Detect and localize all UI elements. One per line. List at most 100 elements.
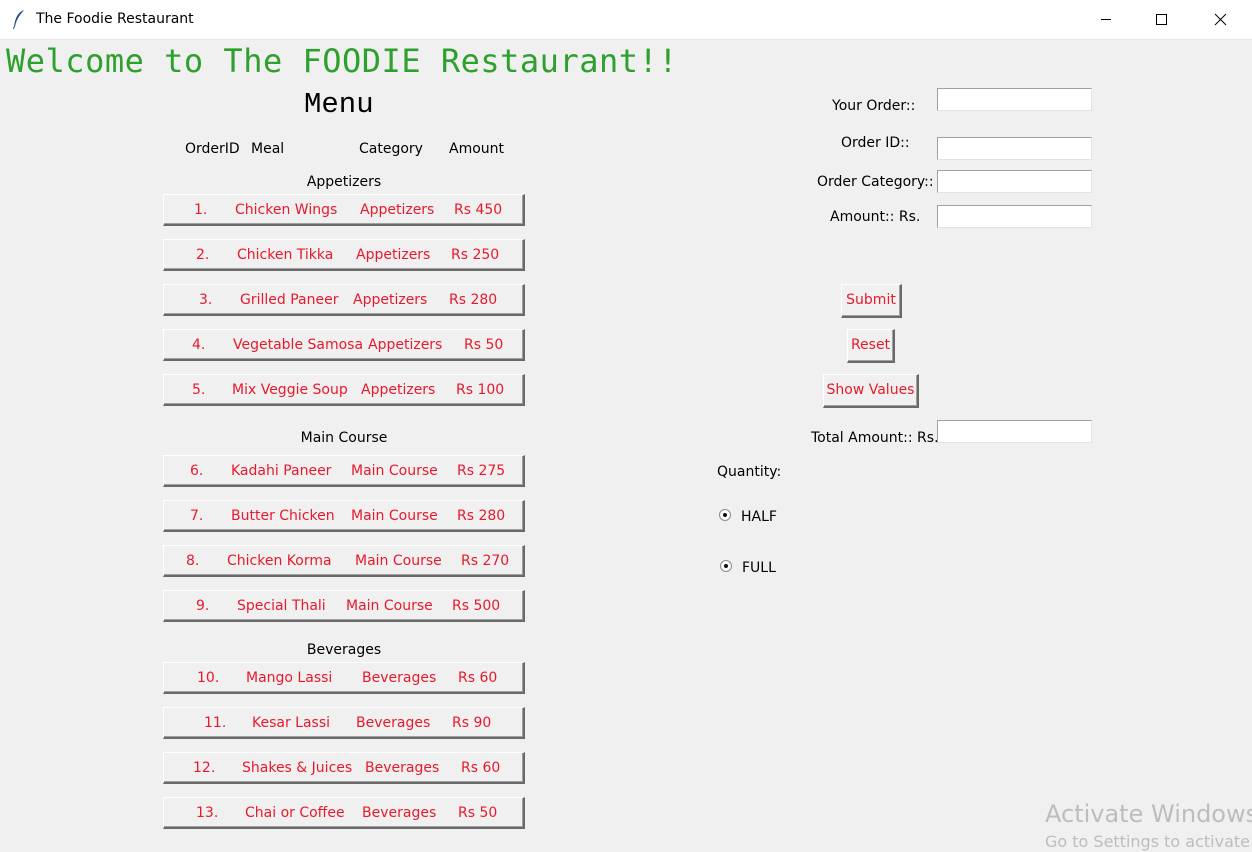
- item-category: Appetizers: [368, 337, 443, 353]
- item-id: 8.: [186, 553, 200, 569]
- order-category-field[interactable]: [937, 170, 1092, 193]
- item-meal: Mango Lassi: [246, 670, 333, 686]
- amount-label: Amount:: Rs.: [830, 209, 921, 225]
- item-category: Appetizers: [360, 202, 435, 218]
- item-category: Main Course: [355, 553, 442, 569]
- menu-item-button[interactable]: 7. Butter Chicken Main Course Rs 280: [163, 500, 525, 532]
- item-amount: Rs 280: [449, 292, 498, 308]
- your-order-label: Your Order::: [832, 98, 916, 114]
- item-category: Beverages: [362, 805, 437, 821]
- close-icon: [1214, 13, 1227, 26]
- item-meal: Special Thali: [237, 598, 326, 614]
- item-id: 4.: [192, 337, 206, 353]
- maximize-icon: [1156, 14, 1167, 25]
- item-amount: Rs 500: [452, 598, 501, 614]
- full-radio[interactable]: [720, 560, 732, 572]
- item-amount: Rs 275: [457, 463, 506, 479]
- your-order-field[interactable]: [937, 88, 1092, 111]
- item-meal: Vegetable Samosa: [233, 337, 364, 353]
- amount-field[interactable]: [937, 205, 1092, 228]
- item-meal: Butter Chicken: [231, 508, 335, 524]
- item-category: Appetizers: [361, 382, 436, 398]
- item-category: Beverages: [362, 670, 437, 686]
- menu-item-button[interactable]: 6. Kadahi Paneer Main Course Rs 275: [163, 455, 525, 487]
- order-category-label: Order Category::: [817, 174, 934, 190]
- item-category: Main Course: [346, 598, 433, 614]
- item-amount: Rs 90: [452, 715, 492, 731]
- item-meal: Grilled Paneer: [240, 292, 339, 308]
- item-amount: Rs 50: [464, 337, 504, 353]
- menu-item-button[interactable]: 13. Chai or Coffee Beverages Rs 50: [163, 797, 525, 829]
- item-meal: Shakes & Juices: [242, 760, 353, 776]
- item-meal: Mix Veggie Soup: [232, 382, 348, 398]
- half-radio-label: HALF: [741, 509, 777, 525]
- item-id: 9.: [196, 598, 210, 614]
- total-amount-field[interactable]: [937, 420, 1092, 443]
- half-radio[interactable]: [719, 509, 731, 521]
- item-amount: Rs 60: [461, 760, 501, 776]
- submit-button[interactable]: Submit: [841, 284, 902, 318]
- activate-windows-watermark: Activate Windows: [1045, 800, 1252, 828]
- order-id-label: Order ID::: [841, 135, 910, 151]
- item-id: 3.: [199, 292, 213, 308]
- show-values-button[interactable]: Show Values: [823, 374, 919, 408]
- item-amount: Rs 280: [457, 508, 506, 524]
- item-id: 11.: [204, 715, 227, 731]
- reset-button[interactable]: Reset: [847, 329, 895, 363]
- menu-item-button[interactable]: 10. Mango Lassi Beverages Rs 60: [163, 662, 525, 694]
- section-beverages: Beverages: [306, 642, 382, 658]
- welcome-heading: Welcome to The FOODIE Restaurant!!: [6, 42, 679, 80]
- minimize-button[interactable]: [1083, 0, 1129, 39]
- item-category: Beverages: [356, 715, 431, 731]
- menu-item-button[interactable]: 2. Chicken Tikka Appetizers Rs 250: [163, 239, 525, 271]
- section-main-course: Main Course: [300, 430, 388, 446]
- item-meal: Kesar Lassi: [252, 715, 331, 731]
- menu-item-button[interactable]: 5. Mix Veggie Soup Appetizers Rs 100: [163, 374, 525, 406]
- order-id-field[interactable]: [937, 137, 1092, 160]
- maximize-button[interactable]: [1139, 0, 1185, 39]
- close-button[interactable]: [1197, 0, 1243, 39]
- item-id: 12.: [193, 760, 216, 776]
- menu-item-button[interactable]: 9. Special Thali Main Course Rs 500: [163, 590, 525, 622]
- item-meal: Chicken Wings: [235, 202, 338, 218]
- feather-icon: [13, 10, 24, 29]
- item-meal: Chicken Korma: [227, 553, 332, 569]
- item-meal: Kadahi Paneer: [231, 463, 332, 479]
- item-amount: Rs 50: [458, 805, 498, 821]
- menu-item-button[interactable]: 1. Chicken Wings Appetizers Rs 450: [163, 194, 525, 226]
- item-amount: Rs 250: [451, 247, 500, 263]
- minimize-icon: [1101, 19, 1111, 20]
- window-title: The Foodie Restaurant: [36, 11, 194, 27]
- item-category: Beverages: [365, 760, 440, 776]
- item-category: Appetizers: [353, 292, 428, 308]
- item-amount: Rs 100: [456, 382, 505, 398]
- item-amount: Rs 270: [461, 553, 510, 569]
- menu-item-button[interactable]: 11. Kesar Lassi Beverages Rs 90: [163, 707, 525, 739]
- item-category: Appetizers: [356, 247, 431, 263]
- header-meal: Meal: [251, 141, 285, 157]
- item-id: 6.: [190, 463, 204, 479]
- menu-title: Menu: [304, 88, 374, 121]
- item-id: 13.: [196, 805, 219, 821]
- item-id: 1.: [194, 202, 208, 218]
- total-amount-label: Total Amount:: Rs.: [811, 430, 939, 446]
- item-category: Main Course: [351, 463, 438, 479]
- item-meal: Chicken Tikka: [237, 247, 334, 263]
- full-radio-label: FULL: [742, 560, 776, 576]
- menu-item-button[interactable]: 8. Chicken Korma Main Course Rs 270: [163, 545, 525, 577]
- item-id: 5.: [192, 382, 206, 398]
- menu-item-button[interactable]: 12. Shakes & Juices Beverages Rs 60: [163, 752, 525, 784]
- menu-item-button[interactable]: 3. Grilled Paneer Appetizers Rs 280: [163, 284, 525, 316]
- header-category: Category: [359, 141, 423, 157]
- item-id: 7.: [190, 508, 204, 524]
- item-id: 10.: [197, 670, 220, 686]
- menu-item-button[interactable]: 4. Vegetable Samosa Appetizers Rs 50: [163, 329, 525, 361]
- window-titlebar: The Foodie Restaurant: [0, 0, 1252, 40]
- header-amount: Amount: [449, 141, 505, 157]
- item-meal: Chai or Coffee: [245, 805, 345, 821]
- item-id: 2.: [196, 247, 210, 263]
- quantity-label: Quantity:: [717, 464, 782, 480]
- section-appetizers: Appetizers: [306, 174, 382, 190]
- item-category: Main Course: [351, 508, 438, 524]
- header-orderid: OrderID: [185, 141, 240, 157]
